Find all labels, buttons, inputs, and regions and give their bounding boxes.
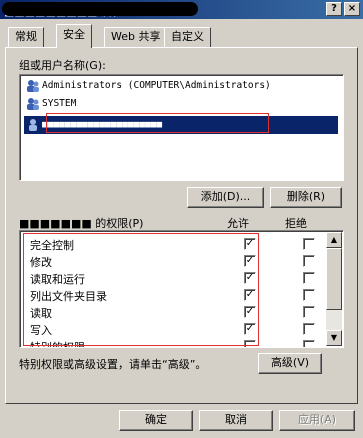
tab-custom[interactable]: 自定义 — [164, 27, 211, 47]
user-item-system[interactable]: SYSTEM — [24, 95, 338, 113]
user-name: SYSTEM — [42, 98, 77, 109]
advanced-hint: 特别权限或高级设置，请单击“高级”。 — [19, 358, 207, 371]
deny-checkbox[interactable] — [303, 340, 315, 347]
tab-web-sharing[interactable]: Web 共享 — [104, 27, 168, 47]
allow-header: 允许 — [227, 217, 249, 230]
users-group-label: 组或用户名称(G): — [19, 59, 106, 72]
permissions-scrollbar[interactable]: ▲ ▼ — [326, 232, 342, 346]
title-bar: ■■■■■■■■■ 属性 ? × — [0, 0, 363, 19]
advanced-button[interactable]: 高级(V) — [258, 353, 322, 374]
user-item-administrators[interactable]: Administrators (COMPUTER\Administrators) — [24, 77, 338, 95]
apply-button[interactable]: 应用(A) — [279, 410, 355, 431]
help-button[interactable]: ? — [326, 2, 342, 16]
ok-button[interactable]: 确定 — [119, 410, 193, 431]
close-button[interactable]: × — [344, 2, 360, 16]
user-group-icon — [27, 80, 39, 92]
deny-checkbox[interactable] — [303, 323, 315, 335]
deny-checkbox[interactable] — [303, 306, 315, 318]
tab-security[interactable]: 安全 — [56, 24, 92, 48]
user-icon — [29, 119, 37, 131]
deny-header: 拒绝 — [285, 217, 307, 230]
scroll-thumb[interactable] — [326, 248, 342, 310]
deny-checkbox[interactable] — [303, 238, 315, 250]
scroll-up-arrow-icon[interactable]: ▲ — [326, 232, 342, 248]
highlight-box-permissions — [23, 233, 259, 346]
security-tab-panel: 组或用户名称(G): Administrators (COMPUTER\Admi… — [5, 47, 358, 404]
highlight-box-user — [46, 113, 269, 133]
tab-general[interactable]: 常规 — [8, 27, 44, 47]
cancel-button[interactable]: 取消 — [199, 410, 273, 431]
deny-checkbox[interactable] — [303, 289, 315, 301]
user-group-icon — [27, 98, 39, 110]
add-button[interactable]: 添加(D)... — [187, 187, 264, 208]
deny-checkbox[interactable] — [303, 272, 315, 284]
user-name: Administrators (COMPUTER\Administrators) — [42, 80, 271, 91]
deny-checkbox[interactable] — [303, 255, 315, 267]
redacted-title-mark — [2, 2, 198, 16]
permissions-label: ■■■■■■■ 的权限(P) — [19, 217, 144, 230]
scroll-down-arrow-icon[interactable]: ▼ — [326, 330, 342, 346]
remove-button[interactable]: 删除(R) — [270, 187, 342, 208]
